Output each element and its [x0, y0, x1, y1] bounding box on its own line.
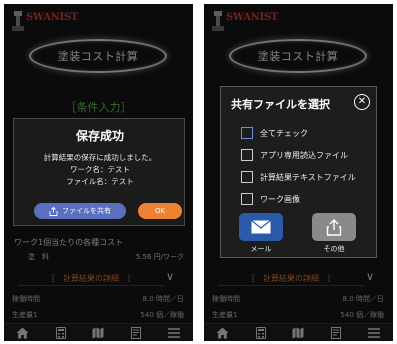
checkbox[interactable] — [241, 171, 253, 183]
option-label: ワーク画像 — [260, 195, 300, 204]
option-label: アプリ専用読込ファイル — [260, 151, 348, 160]
mail-label: メール — [250, 245, 272, 253]
save-success-dialog: 保存成功 計算結果の保存に成功しました。 ワーク名：テスト ファイル名：テスト … — [13, 118, 185, 226]
work-name-line: ワーク名：テスト — [70, 165, 130, 174]
other-share-button[interactable] — [312, 213, 356, 241]
option-label: 計算結果テキストファイル — [260, 173, 356, 182]
checkbox[interactable] — [241, 149, 253, 161]
envelope-icon — [251, 220, 271, 234]
other-label: その他 — [323, 245, 345, 253]
share-icon — [49, 206, 58, 216]
save-message: 計算結果の保存に成功しました。 — [43, 153, 157, 162]
option-result-text[interactable]: 計算結果テキストファイル — [241, 171, 375, 185]
option-app-file[interactable]: アプリ専用読込ファイル — [241, 149, 375, 163]
share-icon — [326, 218, 342, 236]
mail-share-button[interactable] — [239, 213, 283, 241]
checkbox[interactable] — [241, 127, 253, 139]
file-name-line: ファイル名：テスト — [66, 177, 134, 186]
ok-button[interactable]: OK — [138, 203, 182, 219]
share-file-label: ファイルを共有 — [62, 207, 111, 215]
dialog-title: 共有ファイルを選択 — [231, 98, 330, 111]
share-file-dialog: 共有ファイルを選択 ✕ 全てチェック アプリ専用読込ファイル 計算結果テキストフ… — [220, 86, 377, 258]
close-icon[interactable]: ✕ — [354, 94, 370, 110]
checkbox[interactable] — [241, 193, 253, 205]
screen-save-success: SWANIST 塗装コスト計算 ［条件入力］ ワーク1個当たりの各種コスト 塗 … — [4, 4, 193, 341]
option-work-image[interactable]: ワーク画像 — [241, 193, 375, 207]
dialog-title: 保存成功 — [75, 129, 124, 143]
share-file-button[interactable]: ファイルを共有 — [34, 203, 126, 219]
option-label: 全てチェック — [260, 129, 308, 138]
screen-share-select: SWANIST 塗装コスト計算 ［ 計算結果の詳細 ］ ∨ 稼働時間 8.0 時… — [204, 4, 393, 341]
option-check-all[interactable]: 全てチェック — [241, 127, 375, 141]
